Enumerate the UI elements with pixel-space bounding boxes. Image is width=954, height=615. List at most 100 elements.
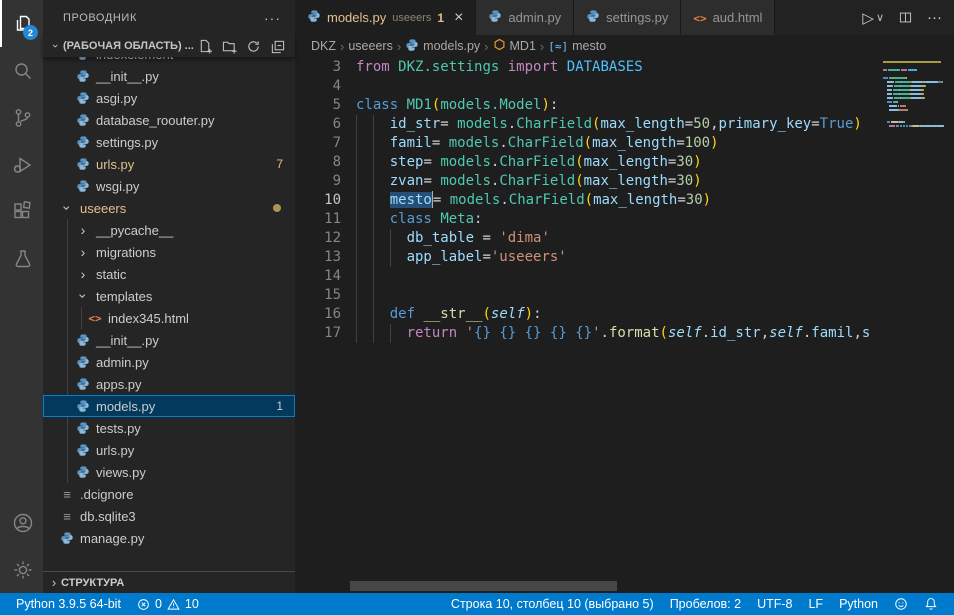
refresh-icon[interactable] <box>246 39 261 54</box>
activity-item-extensions[interactable] <box>0 188 43 235</box>
code-line-12[interactable]: 12 db_table = 'dima' <box>295 229 954 248</box>
tree-item-init-py[interactable]: __init__.py <box>43 329 295 351</box>
tree-item-migrations[interactable]: ›migrations <box>43 241 295 263</box>
activity-item-source-control[interactable] <box>0 94 43 141</box>
tree-item-index345-html[interactable]: <>index345.html <box>43 307 295 329</box>
code-line-10[interactable]: 10 mesto= models.CharField(max_length=30… <box>295 191 954 210</box>
code-line-13[interactable]: 13 app_label='useeers' <box>295 248 954 267</box>
breadcrumb-label: DKZ <box>311 39 336 53</box>
indent-guide <box>390 248 391 267</box>
warning-count: 10 <box>185 597 199 611</box>
status-language-mode[interactable]: Python <box>831 597 886 611</box>
activity-item-explorer[interactable]: 2 <box>0 0 43 47</box>
status-problems[interactable]: 010 <box>129 597 207 611</box>
tree-item-useeers[interactable]: ›useeers <box>43 197 295 219</box>
tab-admin[interactable]: admin.py <box>476 0 574 35</box>
breadcrumb-label: useeers <box>348 39 392 53</box>
breadcrumb-item-models-py[interactable]: models.py <box>405 38 480 55</box>
tree-item-manage-py[interactable]: manage.py <box>43 527 295 549</box>
tree-item-settings-py[interactable]: settings.py <box>43 131 295 153</box>
line-number: 16 <box>301 305 341 324</box>
tree-item-dcignore[interactable]: ≡.dcignore <box>43 483 295 505</box>
tree-item-indexelement[interactable]: indexelement <box>43 57 295 65</box>
tree-item-apps-py[interactable]: apps.py <box>43 373 295 395</box>
tree-item-static[interactable]: ›static <box>43 263 295 285</box>
outline-section-header[interactable]: › СТРУКТУРА <box>43 571 295 593</box>
code-line-17[interactable]: 17 return '{} {} {} {} {}'.format(self.i… <box>295 324 954 343</box>
tree-item-label: asgi.py <box>96 91 137 106</box>
tree-item-label: useeers <box>80 201 126 216</box>
tab-aud[interactable]: <>aud.html <box>681 0 775 35</box>
tree-item-label: models.py <box>96 399 155 414</box>
code-line-5[interactable]: 5class MD1(models.Model): <box>295 96 954 115</box>
status-indentation[interactable]: Пробелов: 2 <box>662 597 749 611</box>
tab-models[interactable]: models.pyuseeers1× <box>295 0 476 35</box>
code-line-9[interactable]: 9 zvan= models.CharField(max_length=30) <box>295 172 954 191</box>
status-notifications[interactable] <box>916 597 946 611</box>
code-line-7[interactable]: 7 famil= models.CharField(max_length=100… <box>295 134 954 153</box>
more-actions-button[interactable]: ··· <box>927 9 942 26</box>
indent-guide <box>373 229 374 248</box>
python-icon <box>307 9 321 26</box>
activity-item-search[interactable] <box>0 47 43 94</box>
code-line-6[interactable]: 6 id_str= models.CharField(max_length=50… <box>295 115 954 134</box>
tab-settings[interactable]: settings.py <box>574 0 681 35</box>
activity-item-settings[interactable] <box>0 546 43 593</box>
horizontal-scrollbar[interactable] <box>350 581 617 591</box>
tree-item-admin-py[interactable]: admin.py <box>43 351 295 373</box>
activity-item-run-debug[interactable] <box>0 141 43 188</box>
tree-item-label: static <box>96 267 126 282</box>
tree-item-wsgi-py[interactable]: wsgi.py <box>43 175 295 197</box>
breadcrumb-item-mesto[interactable]: [≈]mesto <box>548 39 606 53</box>
tree-item-asgi-py[interactable]: asgi.py <box>43 87 295 109</box>
tree-item-tests-py[interactable]: tests.py <box>43 417 295 439</box>
tab-problem-badge: 1 <box>437 11 444 25</box>
status-cursor-position[interactable]: Строка 10, столбец 10 (выбрано 5) <box>443 597 662 611</box>
indent-guide <box>373 153 374 172</box>
status-feedback[interactable] <box>886 597 916 611</box>
split-editor-button[interactable] <box>898 10 913 25</box>
code-line-3[interactable]: 3from DKZ.settings import DATABASES <box>295 58 954 77</box>
collapse-folders-icon[interactable] <box>270 39 285 54</box>
status-encoding[interactable]: UTF-8 <box>749 597 800 611</box>
tree-item-pycache[interactable]: ›__pycache__ <box>43 219 295 241</box>
code-line-4[interactable]: 4 <box>295 77 954 96</box>
tree-item-init-py[interactable]: __init__.py <box>43 65 295 87</box>
breadcrumb-item-md1[interactable]: MD1 <box>493 38 536 54</box>
status-python-version[interactable]: Python 3.9.5 64-bit <box>8 597 129 611</box>
explorer-more-actions-icon[interactable]: ··· <box>264 10 281 26</box>
code-text: def __str__(self): <box>356 305 542 324</box>
python-icon <box>75 333 91 347</box>
code-line-15[interactable]: 15 <box>295 286 954 305</box>
run-button[interactable]: ▷∨ <box>862 9 884 27</box>
chevron-down-icon: › <box>75 288 91 304</box>
close-icon[interactable]: × <box>454 10 463 26</box>
activity-item-account[interactable] <box>0 499 43 546</box>
status-eol[interactable]: LF <box>800 597 831 611</box>
breadcrumb-item-useeers[interactable]: useeers <box>348 39 392 53</box>
code-line-16[interactable]: 16 def __str__(self): <box>295 305 954 324</box>
activity-badge: 2 <box>23 25 38 40</box>
tree-item-models-py[interactable]: models.py1 <box>43 395 295 417</box>
tree-item-urls-py[interactable]: urls.py <box>43 439 295 461</box>
breadcrumb-item-dkz[interactable]: DKZ <box>311 39 336 53</box>
tree-item-database-roouter-py[interactable]: database_roouter.py <box>43 109 295 131</box>
new-file-icon[interactable] <box>198 39 213 54</box>
code-line-8[interactable]: 8 step= models.CharField(max_length=30) <box>295 153 954 172</box>
tree-item-templates[interactable]: ›templates <box>43 285 295 307</box>
tree-item-label: wsgi.py <box>96 179 139 194</box>
tree-item-label: settings.py <box>96 135 158 150</box>
minimap[interactable] <box>880 59 948 589</box>
code-line-14[interactable]: 14 <box>295 267 954 286</box>
tree-item-db-sqlite3[interactable]: ≡db.sqlite3 <box>43 505 295 527</box>
status-bar: Python 3.9.5 64-bit010 Строка 10, столбе… <box>0 593 954 615</box>
tree-item-views-py[interactable]: views.py <box>43 461 295 483</box>
code-line-11[interactable]: 11 class Meta: <box>295 210 954 229</box>
workspace-section-header[interactable]: › (РАБОЧАЯ ОБЛАСТЬ) ... <box>43 35 295 57</box>
workspace-actions <box>198 39 285 54</box>
new-folder-icon[interactable] <box>222 39 237 54</box>
code-editor[interactable]: 3from DKZ.settings import DATABASES45cla… <box>295 57 954 593</box>
file-tree-inner: indexelement__init__.pyasgi.pydatabase_r… <box>43 57 295 549</box>
tree-item-urls-py[interactable]: urls.py7 <box>43 153 295 175</box>
activity-item-testing[interactable] <box>0 235 43 282</box>
